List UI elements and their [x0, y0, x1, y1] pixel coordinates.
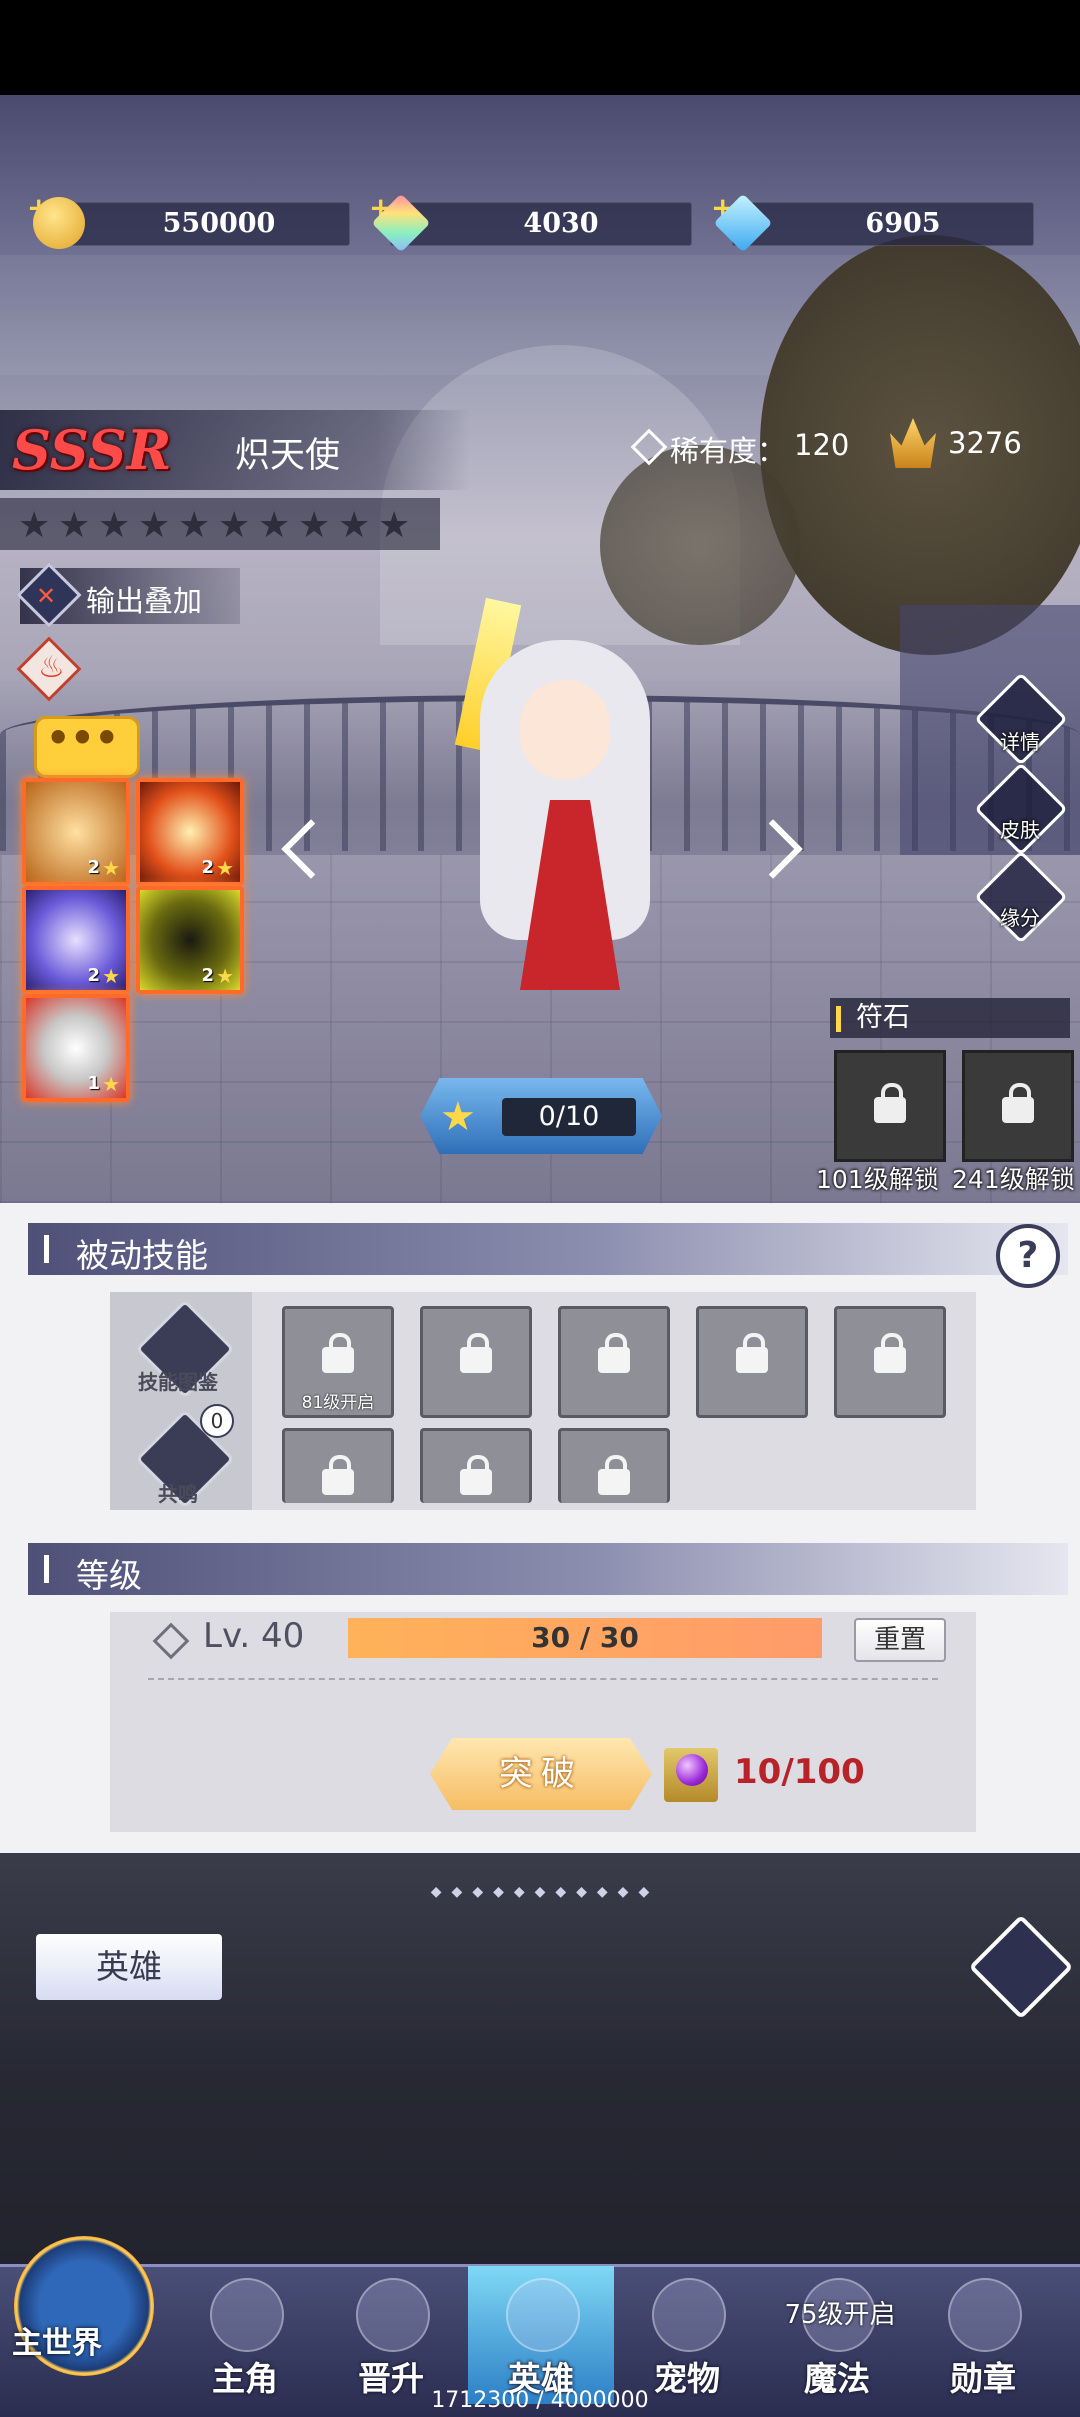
resonance-count: 0 — [200, 1404, 234, 1438]
lock-icon — [460, 1455, 492, 1495]
nav-promotion[interactable]: 晋升 — [318, 2266, 464, 2404]
star-icon: ★ — [218, 505, 251, 546]
protagonist-icon — [210, 2278, 284, 2352]
diamond-value: 6905 — [865, 208, 941, 239]
star-icon: ★ — [18, 505, 51, 546]
hero-name: 炽天使 — [235, 436, 341, 476]
divider-ornament: ◆◆◆◆◆◆◆◆◆◆◆ — [430, 1884, 660, 1900]
details-label: 详情 — [1000, 730, 1040, 754]
passive-slot[interactable]: 81级开启 — [282, 1306, 394, 1418]
breakthrough-label: 突破 — [499, 1754, 583, 1794]
star-icon: ★ — [258, 505, 291, 546]
bond-label: 缘分 — [1000, 906, 1040, 930]
runestone-slot-2-label: 241级解锁 — [952, 1165, 1075, 1194]
main-world-label: 主世界 — [12, 2326, 102, 2361]
lock-icon — [460, 1333, 492, 1373]
star-icon: ★ — [138, 505, 171, 546]
rarity-grade: SSSR — [12, 418, 172, 482]
level-title: 等级 — [76, 1556, 142, 1595]
star-icon: ★ — [102, 964, 120, 988]
star-icon: ★ — [378, 505, 411, 546]
skill-codex-label: 技能图鉴 — [138, 1370, 218, 1394]
crystal-counter[interactable]: + 4030 — [369, 191, 692, 253]
purple-orb-icon — [676, 1754, 708, 1786]
nav-hero[interactable]: 英雄 — [468, 2266, 614, 2404]
star-icon: ★ — [58, 505, 91, 546]
level-bar-text: 30 / 30 — [531, 1621, 639, 1654]
lock-icon — [322, 1455, 354, 1495]
passive-slot[interactable] — [834, 1306, 946, 1418]
skill-4[interactable]: 2 ★ — [136, 886, 244, 994]
star-icon: ★ — [98, 505, 131, 546]
lock-icon — [1002, 1083, 1034, 1123]
hero-tab[interactable]: 英雄 — [36, 1934, 222, 2000]
passive-slot[interactable] — [696, 1306, 808, 1418]
resonance-label: 共鸣 — [158, 1482, 198, 1506]
lock-icon — [874, 1083, 906, 1123]
skill-5[interactable]: 1 ★ — [22, 994, 130, 1102]
lock-icon — [598, 1333, 630, 1373]
crystal-value: 4030 — [523, 208, 599, 239]
lock-icon — [322, 1333, 354, 1373]
star-icon: ★ — [338, 505, 371, 546]
star-icon: ★ — [102, 856, 120, 880]
skill-level: 2 — [87, 965, 100, 986]
diamond-counter[interactable]: + 6905 — [711, 191, 1034, 253]
passive-skills-title: 被动技能 — [76, 1236, 208, 1275]
helmet-icon — [506, 2278, 580, 2352]
account-exp-text: 1712300 / 4000000 — [431, 2388, 649, 2413]
runestone-slot-1[interactable] — [834, 1050, 946, 1162]
promotion-icon — [356, 2278, 430, 2352]
gold-counter[interactable]: + 550000 — [27, 191, 350, 249]
star-arrow-icon: ★ — [440, 1094, 476, 1140]
skill-level: 2 — [201, 857, 214, 878]
nav-medal[interactable]: 勋章 — [910, 2266, 1056, 2404]
passive-skills-header: 被动技能 — [28, 1223, 1068, 1275]
nav-magic[interactable]: 魔法 — [764, 2266, 910, 2404]
star-up-progress-text: 0/10 — [538, 1101, 600, 1132]
gold-coin-icon — [33, 197, 85, 249]
nav-pet[interactable]: 宠物 — [614, 2266, 760, 2404]
reset-button[interactable]: 重置 — [854, 1618, 946, 1662]
pet-icon — [652, 2278, 726, 2352]
star-icon: ★ — [216, 964, 234, 988]
magic-unlock-text: 75级开启 — [784, 2300, 896, 2330]
skill-level: 2 — [87, 857, 100, 878]
lock-icon — [598, 1455, 630, 1495]
hero-character[interactable] — [420, 597, 720, 1020]
skill-level: 1 — [87, 1073, 100, 1094]
star-icon: ★ — [102, 1072, 120, 1096]
status-bar — [0, 0, 1080, 95]
role-tag-label: 输出叠加 — [86, 584, 203, 618]
passive-slot[interactable] — [420, 1428, 532, 1503]
lock-icon — [874, 1333, 906, 1373]
material-count: 10/100 — [734, 1752, 865, 1792]
runestone-slot-1-label: 101级解锁 — [816, 1165, 939, 1194]
skill-level: 2 — [201, 965, 214, 986]
runestone-title: 符石 — [856, 1002, 910, 1033]
skill-1[interactable]: 2 ★ — [22, 778, 130, 886]
hero-level: Lv. 40 — [203, 1616, 305, 1656]
power-value: 3276 — [948, 426, 1022, 460]
star-icon: ★ — [298, 505, 331, 546]
skill-3[interactable]: 2 ★ — [22, 886, 130, 994]
help-button[interactable]: ? — [996, 1224, 1060, 1288]
star-icon: ★ — [178, 505, 211, 546]
passive-slot[interactable] — [420, 1306, 532, 1418]
skill-2[interactable]: 2 ★ — [136, 778, 244, 886]
lock-icon — [736, 1333, 768, 1373]
level-header: 等级 — [28, 1543, 1068, 1595]
runestone-slot-2[interactable] — [962, 1050, 1074, 1162]
passive-slot[interactable] — [558, 1428, 670, 1503]
medal-icon — [948, 2278, 1022, 2352]
rarity-label: 稀有度： — [670, 434, 787, 468]
nav-protagonist[interactable]: 主角 — [172, 2266, 318, 2404]
passive-slot[interactable] — [282, 1428, 394, 1503]
star-icon: ★ — [216, 856, 234, 880]
gold-value: 550000 — [162, 208, 276, 239]
rarity-value: 120 — [794, 428, 850, 462]
passive-slot[interactable] — [558, 1306, 670, 1418]
skin-label: 皮肤 — [1000, 818, 1040, 842]
